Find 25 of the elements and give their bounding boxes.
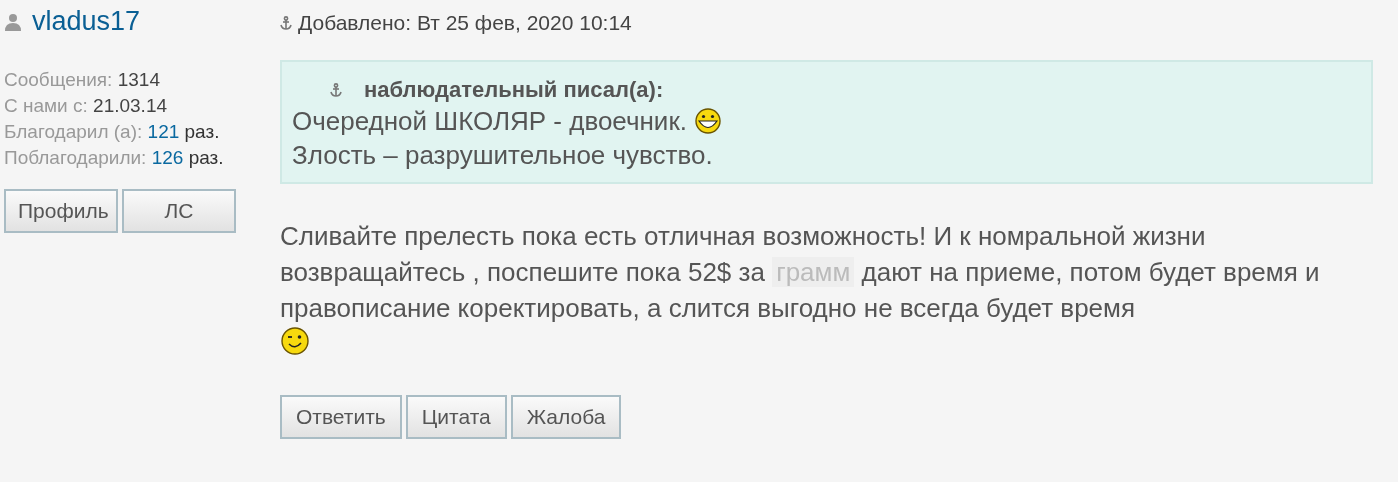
stat-value[interactable]: 121	[147, 121, 180, 142]
stat-unit: раз.	[188, 147, 224, 168]
stat-value: 1314	[117, 69, 160, 90]
stat-unit: раз.	[184, 121, 220, 142]
username-link[interactable]: vladus17	[32, 6, 141, 37]
message-button[interactable]: ЛС	[122, 189, 236, 233]
stat-value: 21.03.14	[93, 95, 168, 116]
winking-face-icon	[280, 326, 310, 356]
stat-label: Благодарил (а):	[4, 121, 143, 142]
anchor-icon	[330, 83, 342, 97]
stat-value[interactable]: 126	[151, 147, 184, 168]
profile-button[interactable]: Профиль	[4, 189, 118, 233]
user-icon	[4, 12, 22, 31]
stat-label: С нами с:	[4, 95, 88, 116]
stat-label: Сообщения:	[4, 69, 113, 90]
anchor-icon	[280, 16, 292, 30]
post-date: Добавлено: Вт 25 фев, 2020 10:14	[298, 11, 632, 35]
quote-button[interactable]: Цитата	[405, 395, 507, 439]
grinning-face-icon	[693, 108, 723, 134]
quote-text: Злость – разрушительное чувство.	[292, 139, 713, 172]
quote-author: наблюдательный писал(а):	[364, 76, 664, 104]
reply-button[interactable]: Ответить	[280, 395, 402, 439]
quote-text: Очередной ШКОЛЯР - двоечник.	[292, 105, 687, 138]
report-button[interactable]: Жалоба	[510, 395, 622, 439]
stat-label: Поблагодарили:	[4, 147, 147, 168]
